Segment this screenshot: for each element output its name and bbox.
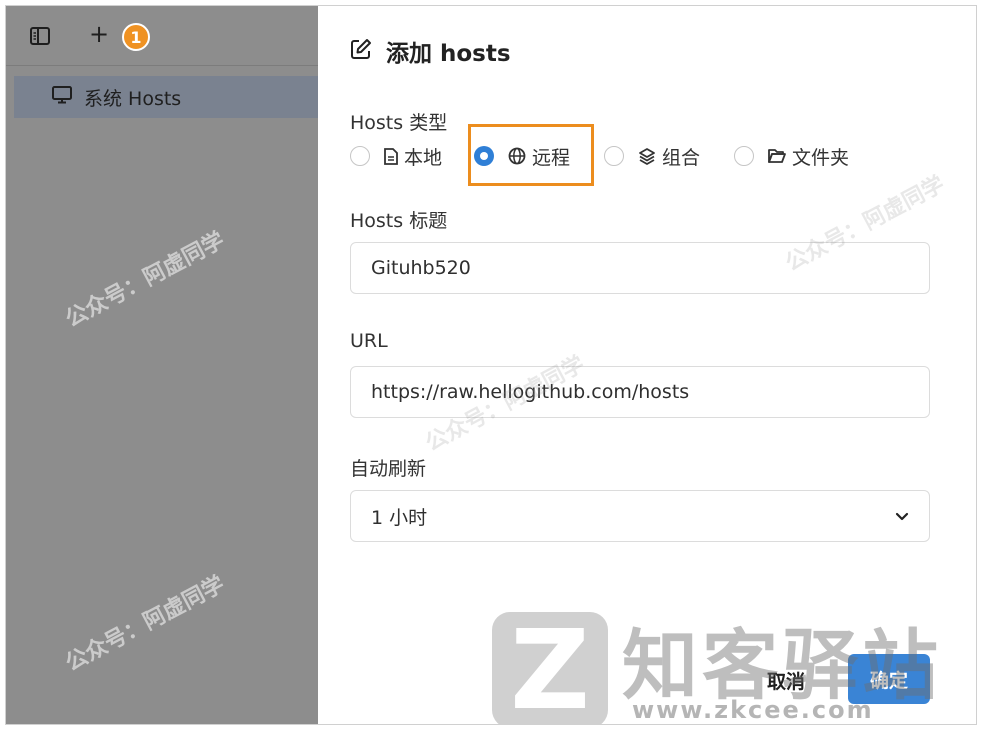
folder-icon (768, 148, 786, 164)
auto-refresh-select[interactable]: 1 小时 (350, 490, 930, 542)
radio-group-label: 组合 (662, 146, 701, 169)
document-icon (384, 147, 398, 165)
auto-refresh-label: 自动刷新 (350, 458, 427, 480)
confirm-button[interactable]: 确定 (848, 654, 930, 704)
sidebar-item-system-hosts[interactable]: 系统 Hosts (14, 76, 318, 118)
radio-folder[interactable] (734, 146, 755, 166)
url-label: URL (350, 330, 388, 352)
radio-option-group[interactable]: 组合 (604, 143, 700, 170)
step-badge: 1 (122, 23, 150, 51)
app-window: + 1 系统 Hosts 添加 hosts Hosts 类型 本地 远程 组合 … (5, 5, 977, 725)
radio-local-label: 本地 (404, 146, 443, 169)
hosts-type-label: Hosts 类型 (350, 112, 448, 134)
sidebar-item-label: 系统 Hosts (84, 87, 182, 110)
radio-folder-label: 文件夹 (792, 146, 850, 169)
hosts-title-input[interactable] (350, 242, 930, 294)
add-hosts-panel: 添加 hosts Hosts 类型 本地 远程 组合 文件夹 Hosts 标题 … (318, 6, 976, 724)
radio-local[interactable] (350, 146, 370, 166)
cancel-button[interactable]: 取消 (748, 656, 824, 704)
sidebar: + 1 系统 Hosts (6, 6, 318, 724)
hosts-type-radio-group: 本地 远程 组合 文件夹 (350, 140, 849, 172)
edit-icon (350, 38, 372, 64)
sidebar-toggle-icon[interactable] (28, 24, 52, 48)
radio-option-folder[interactable]: 文件夹 (734, 143, 849, 170)
panel-header: 添加 hosts (350, 34, 511, 68)
monitor-icon (52, 86, 72, 108)
auto-refresh-value: 1 小时 (371, 506, 428, 529)
radio-option-local[interactable]: 本地 (350, 143, 442, 170)
add-hosts-button[interactable]: + (88, 20, 110, 48)
sidebar-toolbar: + 1 (6, 6, 318, 66)
hosts-title-label: Hosts 标题 (350, 210, 448, 232)
chevron-down-icon (895, 507, 909, 526)
panel-title: 添加 hosts (386, 41, 511, 67)
url-input[interactable] (350, 366, 930, 418)
remote-option-highlight (468, 124, 594, 186)
layers-icon (638, 147, 656, 165)
radio-group[interactable] (604, 146, 625, 166)
